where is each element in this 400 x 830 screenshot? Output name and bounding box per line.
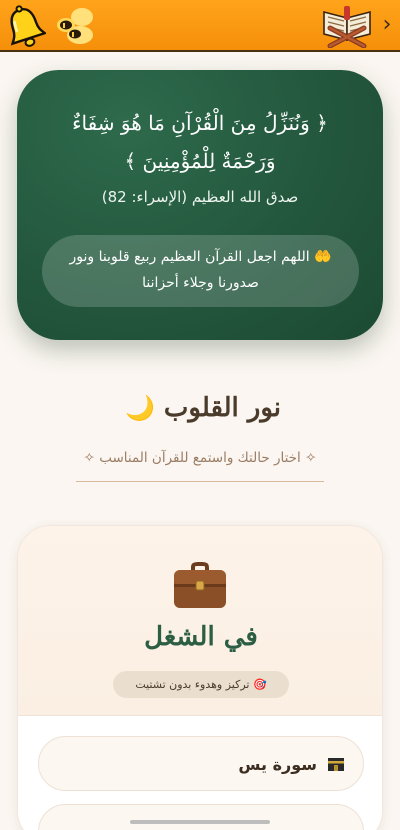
home-indicator <box>130 820 270 824</box>
title-text: نور القلوب <box>163 393 282 423</box>
quran-stand-icon[interactable] <box>320 4 374 49</box>
dua-text: اللهم اجعل القرآن العظيم ربيع قلوبنا ونو… <box>69 249 310 291</box>
dua-box: 🤲 اللهم اجعل القرآن العظيم ربيع قلوبنا و… <box>42 235 359 307</box>
badge-text: تركيز وهدوء بدون تشتيت <box>135 678 250 691</box>
bell-icon[interactable] <box>4 4 48 50</box>
verse-card: ﴿ وَنُنَزِّلُ مِنَ الْقُرْآنِ مَا هُوَ ش… <box>17 70 383 340</box>
kaaba-icon <box>327 756 345 772</box>
moon-icon: 🌙 <box>124 393 155 422</box>
surah-item-yasin[interactable]: سورة يس <box>38 736 364 791</box>
verse-reference: صدق الله العظيم (الإسراء: 82) <box>101 188 299 206</box>
top-bar: › <box>0 0 400 52</box>
mood-header: في الشغل 🎯 تركيز وهدوء بدون تشتيت <box>18 526 382 716</box>
praying-hands-icon: 🤲 <box>314 249 332 265</box>
surah-label: سورة يس <box>238 755 317 774</box>
verse-text: ﴿ وَنُنَزِّلُ مِنَ الْقُرْآنِ مَا هُوَ ش… <box>72 111 328 173</box>
subtitle: ✧ اختار حالتك واستمع للقرآن المناسب ✧ <box>76 450 324 482</box>
briefcase-icon <box>171 558 229 610</box>
bees-icon[interactable] <box>54 6 96 46</box>
surah-item[interactable] <box>38 804 364 830</box>
mood-title: في الشغل <box>144 622 258 652</box>
target-icon: 🎯 <box>252 678 267 691</box>
mood-card[interactable]: في الشغل 🎯 تركيز وهدوء بدون تشتيت سورة ي… <box>17 525 383 830</box>
chevron-right-icon[interactable]: › <box>378 12 396 38</box>
mood-badge: 🎯 تركيز وهدوء بدون تشتيت <box>113 671 289 698</box>
app-title: نور القلوب 🌙 <box>0 393 400 423</box>
